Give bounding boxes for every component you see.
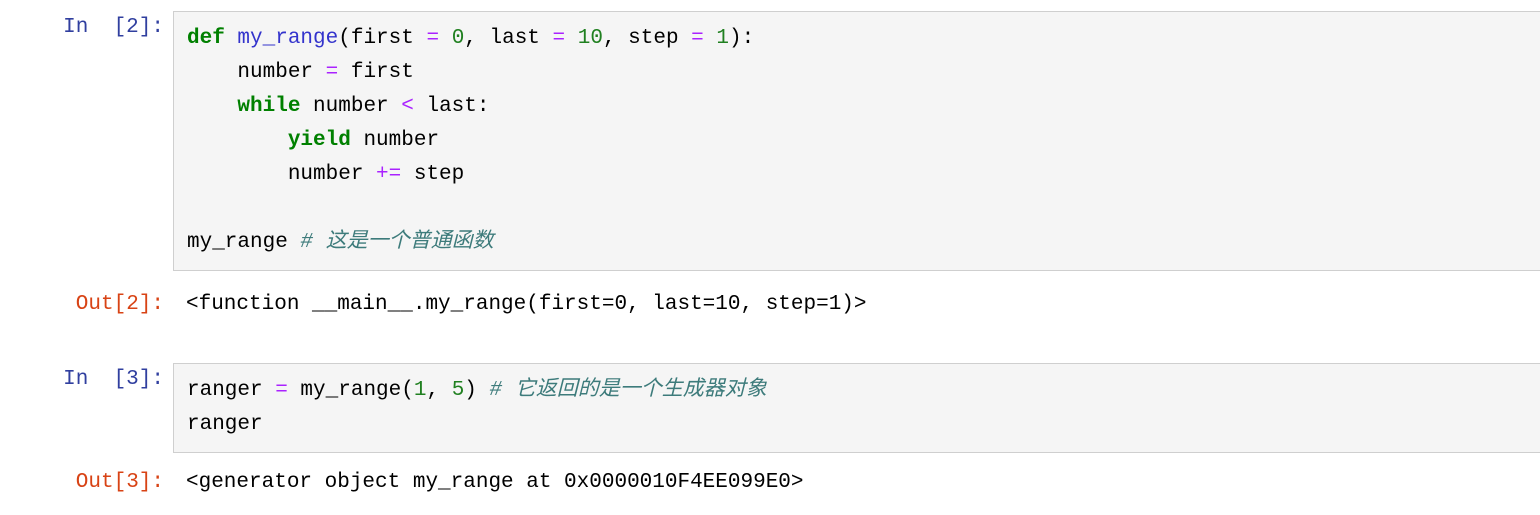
code-token-plain: ranger bbox=[187, 379, 276, 402]
code-token-plain: my_range( bbox=[287, 379, 414, 402]
output-text: <function __main__.my_range(first=0, las… bbox=[186, 293, 867, 316]
code-token-op: = bbox=[552, 27, 566, 50]
code-token-plain: my_range bbox=[187, 231, 301, 254]
code-token-plain: , step bbox=[602, 27, 692, 50]
code-token-num: 10 bbox=[577, 27, 603, 50]
code-cell: In [3]: ranger = my_range(1, 5) # 它返回的是一个… bbox=[0, 363, 1540, 453]
code-token-fn: my_range bbox=[237, 27, 339, 50]
code-token-num: 1 bbox=[413, 379, 427, 402]
code-token-comment: # 这是一个普通函数 bbox=[300, 231, 494, 254]
code-line: while number < last: bbox=[187, 90, 1540, 124]
code-line: number = first bbox=[187, 56, 1540, 90]
code-token-plain: (first bbox=[338, 27, 427, 50]
code-token-plain: first bbox=[338, 61, 414, 84]
jupyter-notebook: In [2]: def my_range(first = 0, last = 10… bbox=[0, 0, 1540, 515]
code-token-kw: while bbox=[237, 95, 301, 118]
code-editor[interactable]: def my_range(first = 0, last = 10, step … bbox=[173, 11, 1540, 271]
output-prompt-label: Out[2]: bbox=[75, 293, 164, 316]
code-line: ranger = my_range(1, 5) # 它返回的是一个生成器对象 bbox=[187, 374, 1540, 408]
code-token-kw: yield bbox=[287, 129, 351, 152]
code-token-plain: , last bbox=[464, 27, 553, 50]
code-token-plain: ranger bbox=[187, 413, 263, 436]
code-token-plain: last: bbox=[413, 95, 490, 118]
input-prompt-label: In [3]: bbox=[63, 368, 164, 391]
code-token-op: = bbox=[426, 27, 440, 50]
output-cell: Out[3]: <generator object my_range at 0x0… bbox=[0, 466, 1540, 500]
output-content: <function __main__.my_range(first=0, las… bbox=[173, 288, 1540, 322]
code-token-plain: number bbox=[350, 129, 440, 152]
code-line: def my_range(first = 0, last = 10, step … bbox=[187, 22, 1540, 56]
code-token-num: 1 bbox=[716, 27, 729, 50]
output-content: <generator object my_range at 0x0000010F… bbox=[173, 466, 1540, 500]
code-token-plain: number bbox=[187, 61, 326, 84]
code-token-plain: number bbox=[187, 163, 377, 186]
output-cell: Out[2]: <function __main__.my_range(first… bbox=[0, 288, 1540, 322]
code-line: yield number bbox=[187, 124, 1540, 158]
code-content[interactable]: ranger = my_range(1, 5) # 它返回的是一个生成器对象 ra… bbox=[174, 364, 1540, 452]
code-token-op: < bbox=[401, 95, 414, 118]
code-token-plain: number bbox=[300, 95, 402, 118]
code-token-plain: ): bbox=[729, 27, 755, 50]
code-token-num: 5 bbox=[451, 379, 465, 402]
code-token-plain: , bbox=[426, 379, 452, 402]
code-editor[interactable]: ranger = my_range(1, 5) # 它返回的是一个生成器对象 ra… bbox=[173, 363, 1540, 453]
code-line: my_range # 这是一个普通函数 bbox=[187, 226, 1540, 260]
output-prompt-label: Out[3]: bbox=[75, 471, 164, 494]
code-token-plain: ) bbox=[464, 379, 490, 402]
code-content[interactable]: def my_range(first = 0, last = 10, step … bbox=[174, 12, 1540, 270]
output-text: <generator object my_range at 0x0000010F… bbox=[186, 471, 804, 494]
code-cell: In [2]: def my_range(first = 0, last = 10… bbox=[0, 11, 1540, 271]
code-token-kw: def bbox=[187, 27, 238, 50]
code-token-plain: step bbox=[401, 163, 465, 186]
input-prompt-label: In [2]: bbox=[63, 16, 164, 39]
code-token-op: = bbox=[275, 379, 288, 402]
code-token-comment: # 它返回的是一个生成器对象 bbox=[489, 379, 767, 402]
code-line: ranger bbox=[187, 408, 1540, 442]
code-token-num: 0 bbox=[451, 27, 465, 50]
code-token-op: += bbox=[376, 163, 402, 186]
code-line: number += step bbox=[187, 158, 1540, 192]
code-token-op: = bbox=[691, 27, 704, 50]
code-token-op: = bbox=[325, 61, 339, 84]
